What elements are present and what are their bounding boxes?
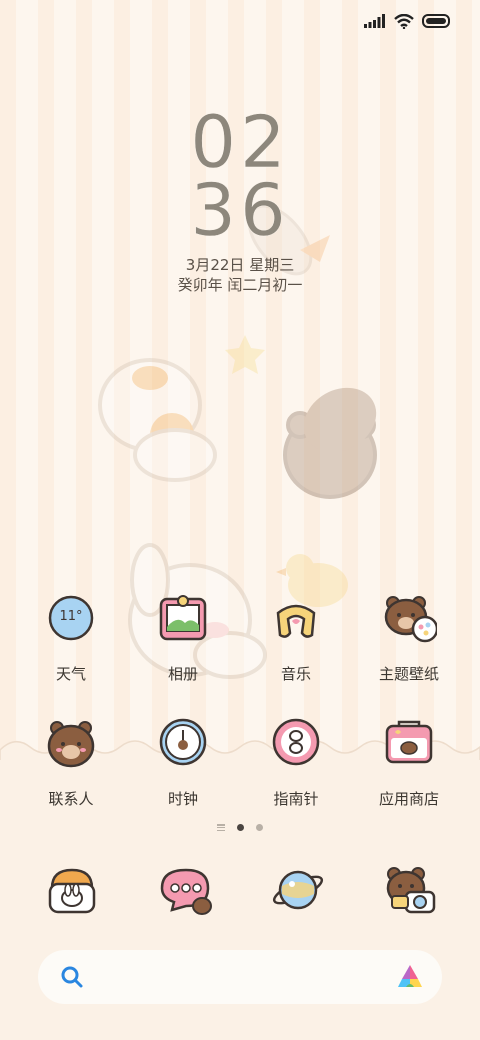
clock-hours: 02	[190, 100, 290, 184]
weather-temp: 11°	[59, 609, 83, 624]
app-music[interactable]: 音乐	[241, 593, 351, 684]
camera-icon[interactable]	[384, 864, 440, 920]
search-icon	[61, 966, 83, 988]
date-text[interactable]: 3月22日 星期三	[0, 254, 480, 275]
page-dot	[256, 824, 263, 831]
app-clock[interactable]: 时钟	[128, 718, 238, 809]
app-label: 主题壁纸	[378, 665, 439, 683]
app-label: 指南针	[273, 790, 319, 808]
clock-icon	[155, 718, 211, 774]
cat-decoration	[98, 358, 217, 482]
app-weather[interactable]: 11° 天气	[16, 593, 126, 684]
compass-icon	[268, 718, 324, 774]
app-contacts[interactable]: 联系人	[16, 718, 126, 809]
music-icon	[268, 593, 324, 649]
browser-icon[interactable]	[270, 864, 326, 920]
app-store-icon	[381, 718, 437, 774]
wifi-icon	[394, 13, 414, 29]
lock-clock[interactable]: 02 36	[0, 100, 480, 252]
weather-icon: 11°	[43, 593, 99, 649]
search-bar[interactable]	[38, 950, 442, 1004]
app-label: 联系人	[48, 790, 94, 808]
app-gallery[interactable]: 相册	[128, 593, 238, 684]
page-dot-active	[237, 824, 244, 831]
app-store[interactable]: 应用商店	[354, 718, 464, 809]
contacts-icon	[43, 718, 99, 774]
themes-icon	[381, 593, 439, 649]
messages-icon[interactable]	[158, 864, 214, 920]
star-decoration	[225, 335, 265, 374]
app-label: 应用商店	[378, 790, 439, 808]
clock-minutes: 36	[190, 168, 290, 252]
app-compass[interactable]: 指南针	[241, 718, 351, 809]
app-label: 天气	[55, 665, 86, 683]
page-indicator[interactable]	[0, 824, 480, 831]
battery-icon	[422, 14, 450, 28]
signal-icon	[364, 14, 385, 28]
phone-icon[interactable]	[44, 864, 100, 920]
feed-indicator-icon	[217, 824, 225, 831]
app-label: 时钟	[167, 790, 198, 808]
lunar-date-text: 癸卯年 闰二月初一	[177, 276, 303, 294]
app-themes[interactable]: 主题壁纸	[354, 593, 464, 684]
bear-decoration	[283, 387, 377, 499]
status-bar	[364, 10, 452, 32]
app-launcher-icon[interactable]	[396, 963, 424, 991]
gallery-icon	[155, 593, 211, 649]
app-label: 相册	[167, 665, 198, 683]
app-label: 音乐	[280, 665, 311, 683]
